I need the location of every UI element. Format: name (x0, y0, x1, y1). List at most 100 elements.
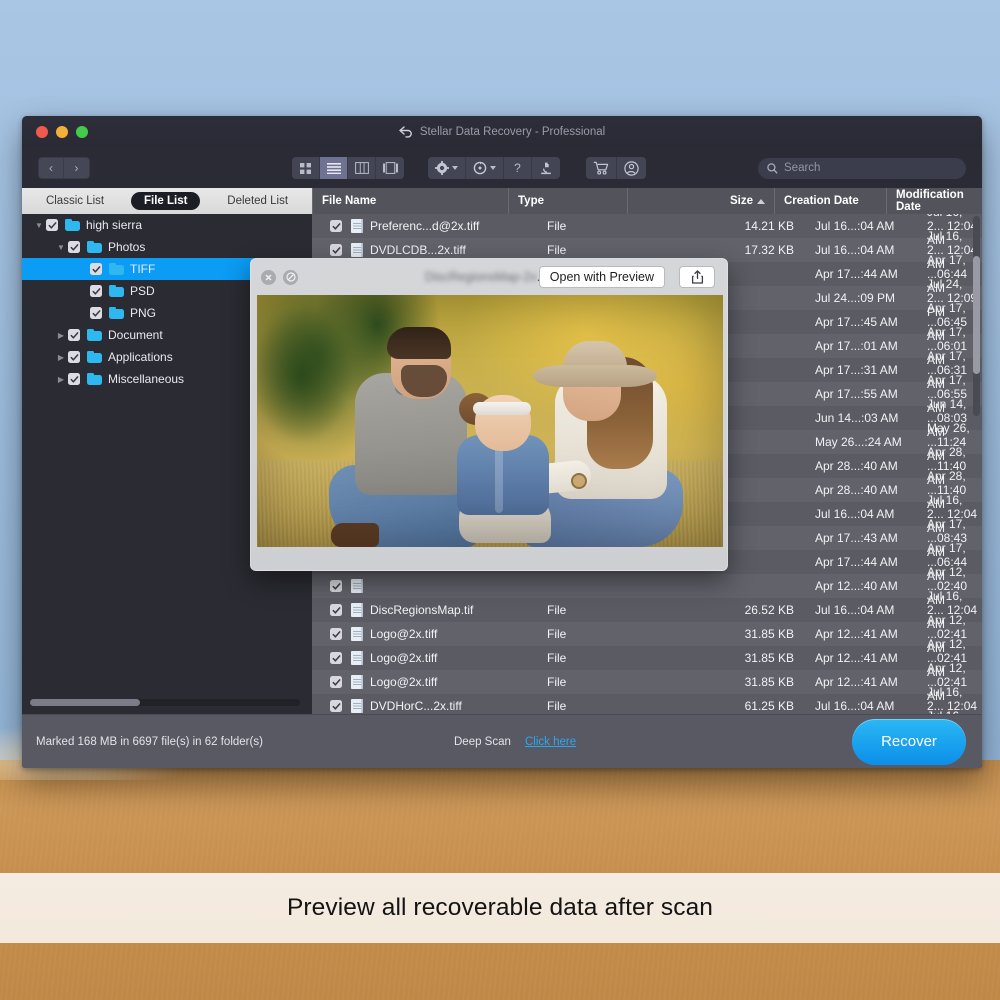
window-title-container: Stellar Data Recovery - Professional (22, 126, 982, 138)
icon-view-button[interactable] (292, 157, 320, 179)
file-icon (351, 219, 363, 233)
deep-scan-link[interactable]: Click here (525, 736, 576, 748)
cell-file-name: Preferenc...d@2x.tiff (370, 219, 540, 233)
view-mode-segmented-control[interactable] (292, 157, 404, 179)
file-checkbox[interactable] (330, 220, 342, 232)
cell-type: File (540, 219, 659, 233)
list-view-button[interactable] (320, 157, 348, 179)
column-header-size[interactable]: Size (628, 188, 775, 214)
folder-checkbox[interactable] (68, 351, 80, 363)
settings-gear-button[interactable] (428, 157, 466, 179)
disclosure-triangle-icon[interactable]: ▶ (54, 331, 68, 340)
folder-icon (87, 329, 102, 341)
table-row[interactable]: Logo@2x.tiffFile31.85 KBApr 12...:41 AMA… (312, 622, 982, 646)
tab-file-list[interactable]: File List (131, 192, 200, 210)
sidebar-item-high-sierra[interactable]: ▼ high sierra (22, 214, 312, 236)
cell-creation-date: Apr 17...:44 AM (806, 555, 918, 569)
table-row[interactable]: Apr 12...:40 AMApr 12, ...02:40 AM (312, 574, 982, 598)
account-button[interactable] (617, 157, 646, 179)
column-header-creation-date[interactable]: Creation Date (775, 188, 887, 214)
sidebar-item-label: high sierra (86, 218, 142, 232)
column-view-button[interactable] (348, 157, 376, 179)
cart-button[interactable] (586, 157, 617, 179)
window-titlebar: Stellar Data Recovery - Professional (22, 116, 982, 148)
table-row[interactable]: DiscRegionsMap.tifFile26.52 KBJul 16...:… (312, 598, 982, 622)
folder-checkbox[interactable] (90, 285, 102, 297)
folder-checkbox[interactable] (68, 329, 80, 341)
gallery-view-button[interactable] (376, 157, 404, 179)
cell-creation-date: Jul 16...:04 AM (806, 699, 918, 713)
tab-deleted-list[interactable]: Deleted List (214, 192, 301, 210)
folder-checkbox[interactable] (46, 219, 58, 231)
microscope-button[interactable] (532, 157, 560, 179)
file-checkbox[interactable] (330, 244, 342, 256)
folder-checkbox[interactable] (68, 241, 80, 253)
tools-group[interactable]: ? (428, 157, 560, 179)
cell-creation-date: Jul 24...:09 PM (806, 291, 918, 305)
disclosure-triangle-icon[interactable]: ▼ (32, 221, 46, 230)
caption-text: Preview all recoverable data after scan (287, 894, 713, 922)
table-row[interactable]: Logo@2x.tiffFile31.85 KBApr 12...:41 AMA… (312, 670, 982, 694)
table-row[interactable]: DVDHorC...2x.tiffFile61.25 KBJul 16...:0… (312, 694, 982, 714)
recover-button[interactable]: Recover (852, 719, 966, 765)
forward-button[interactable]: › (64, 157, 90, 179)
sidebar-item-label: Miscellaneous (108, 372, 184, 386)
quicklook-photo (257, 295, 723, 547)
quicklook-titlebar: DiscRegionsMap-2x.tiff Open with Preview (251, 259, 727, 295)
cell-file-name: Logo@2x.tiff (370, 675, 540, 689)
sidebar-horizontal-scrollbar[interactable] (30, 699, 300, 706)
quicklook-preview-window: DiscRegionsMap-2x.tiff Open with Preview (250, 258, 728, 571)
file-checkbox[interactable] (330, 604, 342, 616)
sort-ascending-icon (757, 199, 765, 204)
disclosure-triangle-icon[interactable]: ▶ (54, 375, 68, 384)
table-row[interactable]: Preferenc...d@2x.tiffFile14.21 KBJul 16.… (312, 214, 982, 238)
cell-size: 31.85 KB (659, 627, 806, 641)
search-input[interactable]: Search (758, 158, 966, 179)
folder-checkbox[interactable] (68, 373, 80, 385)
back-button[interactable]: ‹ (38, 157, 64, 179)
cell-creation-date: Jul 16...:04 AM (806, 603, 918, 617)
cell-file-name: Logo@2x.tiff (370, 627, 540, 641)
file-checkbox[interactable] (330, 700, 342, 712)
share-icon[interactable] (679, 266, 715, 288)
table-row[interactable]: Logo@2x.tiffFile31.85 KBApr 12...:41 AMA… (312, 646, 982, 670)
help-button[interactable]: ? (504, 157, 532, 179)
file-icon (351, 699, 363, 713)
back-arrow-icon[interactable] (399, 126, 413, 138)
column-header-size-label: Size (730, 195, 753, 207)
search-placeholder: Search (784, 162, 820, 174)
disclosure-triangle-icon[interactable]: ▼ (54, 243, 68, 252)
no-entry-icon[interactable] (283, 270, 298, 285)
open-with-preview-button[interactable]: Open with Preview (539, 266, 665, 288)
file-icon (351, 243, 363, 257)
file-list-vertical-scrollbar[interactable] (973, 216, 980, 416)
file-checkbox[interactable] (330, 580, 342, 592)
file-checkbox[interactable] (330, 628, 342, 640)
cell-creation-date: Jul 16...:04 AM (806, 243, 918, 257)
tab-classic-list[interactable]: Classic List (33, 192, 117, 210)
cell-creation-date: Apr 12...:41 AM (806, 651, 918, 665)
cell-creation-date: Apr 17...:43 AM (806, 531, 918, 545)
folder-icon (109, 263, 124, 275)
disclosure-triangle-icon[interactable]: ▶ (54, 353, 68, 362)
column-header-file-name[interactable]: File Name (313, 188, 509, 214)
cell-creation-date: Jul 16...:04 AM (806, 507, 918, 521)
list-mode-tabs[interactable]: Classic List File List Deleted List (22, 188, 312, 214)
folder-checkbox[interactable] (90, 263, 102, 275)
folder-checkbox[interactable] (90, 307, 102, 319)
file-icon (351, 579, 363, 593)
gear-chevron-down-icon (452, 166, 458, 170)
account-group[interactable] (586, 157, 646, 179)
file-checkbox[interactable] (330, 676, 342, 688)
cell-creation-date: Apr 17...:31 AM (806, 363, 918, 377)
sidebar-item-photos[interactable]: ▼Photos (22, 236, 312, 258)
history-button[interactable] (466, 157, 504, 179)
close-icon[interactable] (261, 270, 276, 285)
column-header-type[interactable]: Type (509, 188, 628, 214)
marked-summary: Marked 168 MB in 6697 file(s) in 62 fold… (22, 736, 263, 748)
column-header-modification-date[interactable]: Modification Date (887, 188, 982, 214)
file-checkbox[interactable] (330, 652, 342, 664)
cell-creation-date: Apr 28...:40 AM (806, 483, 918, 497)
deep-scan-label: Deep Scan (454, 736, 511, 748)
cell-creation-date: Jul 16...:04 AM (806, 219, 918, 233)
